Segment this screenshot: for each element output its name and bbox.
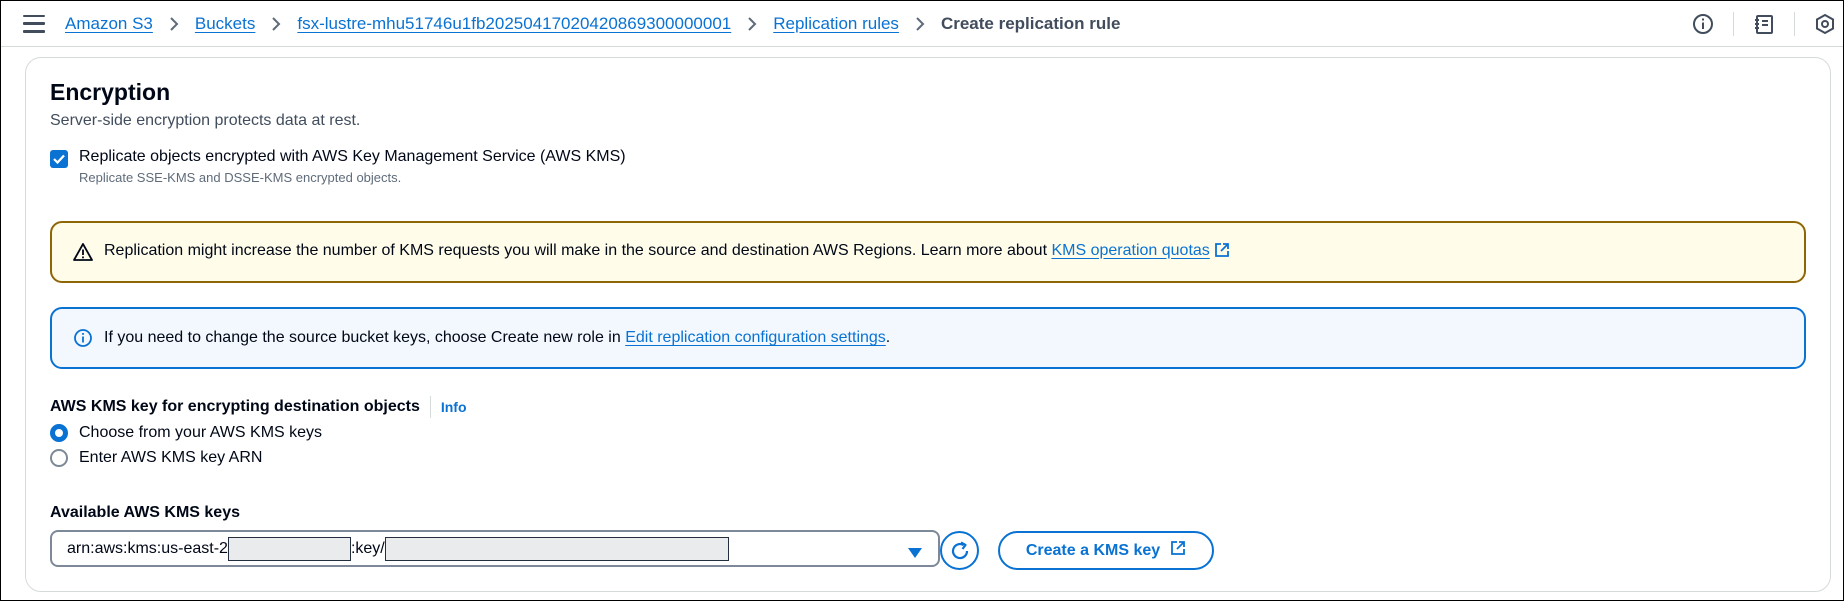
radio-label: Choose from your AWS KMS keys: [79, 424, 323, 441]
notes-icon[interactable]: [1752, 12, 1776, 36]
info-circle-icon: [72, 327, 94, 349]
breadcrumb-current: Create replication rule: [940, 13, 1121, 33]
section-title: Encryption: [50, 79, 171, 105]
radio-button-selected[interactable]: [50, 424, 68, 442]
radio-enter-kms-arn[interactable]: Enter AWS KMS key ARN: [50, 449, 262, 467]
select-value-prefix: arn:aws:kms:us-east-2: [67, 539, 228, 557]
replicate-kms-checkbox-row[interactable]: Replicate objects encrypted with AWS Key…: [50, 148, 626, 185]
radio-label: Enter AWS KMS key ARN: [79, 449, 263, 466]
breadcrumb-replication-rules[interactable]: Replication rules: [773, 14, 899, 34]
checkbox-label: Replicate objects encrypted with AWS Key…: [79, 148, 626, 165]
breadcrumb-buckets[interactable]: Buckets: [195, 14, 255, 34]
warning-alert: Replication might increase the number of…: [50, 221, 1806, 283]
select-value-mid: :key/: [350, 539, 385, 557]
chevron-right-icon: [271, 16, 281, 32]
breadcrumb-bucket-name[interactable]: fsx-lustre-mhu51746u1fb20250417020420869…: [297, 14, 731, 34]
chevron-right-icon: [747, 16, 757, 32]
refresh-icon: [951, 541, 968, 559]
info-icon[interactable]: [1691, 12, 1715, 36]
settings-icon[interactable]: [1813, 12, 1837, 36]
section-description: Server-side encryption protects data at …: [50, 112, 361, 129]
info-link[interactable]: Info: [429, 396, 467, 418]
info-text: If you need to change the source bucket …: [104, 329, 891, 346]
kms-quotas-link[interactable]: KMS operation quotas: [1051, 242, 1209, 259]
external-link-icon: [1170, 540, 1186, 561]
info-alert: If you need to change the source bucket …: [50, 307, 1806, 369]
refresh-button[interactable]: [940, 531, 979, 570]
create-kms-key-label: Create a KMS key: [1025, 541, 1161, 559]
kms-key-select[interactable]: arn:aws:kms:us-east-2 :key/: [50, 530, 940, 567]
top-icons: [1691, 1, 1843, 47]
replicate-kms-checkbox[interactable]: [50, 150, 68, 168]
menu-icon[interactable]: [23, 14, 45, 33]
available-kms-keys-label: Available AWS KMS keys: [50, 504, 240, 521]
warning-icon: [72, 241, 94, 263]
create-kms-key-button[interactable]: Create a KMS key: [998, 531, 1214, 570]
redacted-account-id: [227, 536, 351, 561]
chevron-right-icon: [169, 16, 179, 32]
edit-replication-settings-link[interactable]: Edit replication configuration settings: [625, 329, 886, 346]
caret-down-icon: [908, 545, 922, 563]
checkbox-description: Replicate SSE-KMS and DSSE-KMS encrypted…: [79, 170, 402, 185]
encryption-container: Encryption Server-side encryption protec…: [25, 57, 1831, 592]
warning-text: Replication might increase the number of…: [104, 242, 1230, 263]
radio-choose-kms-keys[interactable]: Choose from your AWS KMS keys: [50, 424, 322, 442]
redacted-key-id: [384, 536, 729, 561]
breadcrumb: Amazon S3 Buckets fsx-lustre-mhu51746u1f…: [65, 14, 1120, 34]
external-link-icon[interactable]: [1214, 242, 1230, 263]
chevron-right-icon: [915, 16, 925, 32]
checkmark-icon: [53, 154, 65, 165]
kms-key-label-row: AWS KMS key for encrypting destination o…: [50, 396, 467, 418]
breadcrumb-amazon-s3[interactable]: Amazon S3: [65, 14, 153, 34]
radio-button[interactable]: [50, 449, 68, 467]
top-navigation-bar: Amazon S3 Buckets fsx-lustre-mhu51746u1f…: [1, 1, 1843, 47]
kms-key-label: AWS KMS key for encrypting destination o…: [50, 398, 420, 415]
